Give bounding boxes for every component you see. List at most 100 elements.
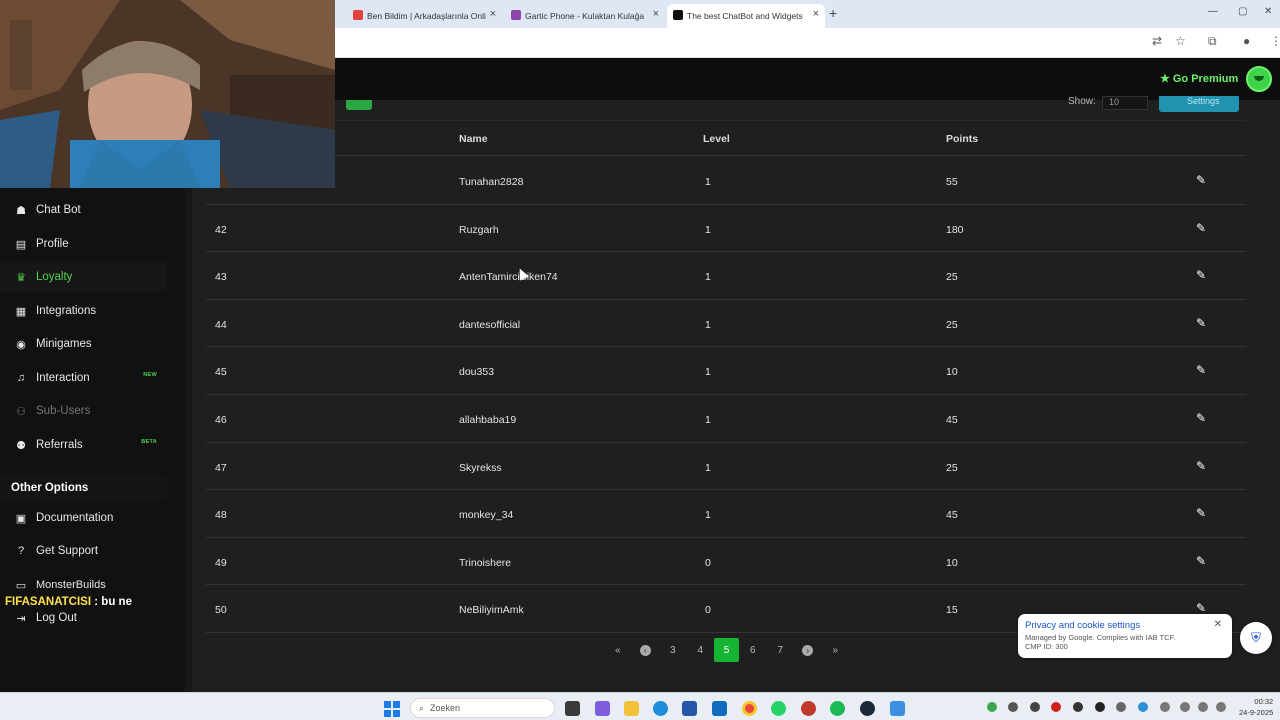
avatar[interactable] [1246, 66, 1272, 92]
edit-pencil-icon[interactable]: ✎ [1196, 268, 1206, 282]
browser-tab-2[interactable]: Gartic Phone - Kulaktan Kulağa × [505, 4, 665, 28]
sidebar-item-log-out[interactable]: ⇥ Log Out [0, 604, 167, 632]
app-icon[interactable] [890, 701, 905, 716]
sidebar-item-referrals[interactable]: ⚉ Referrals BETA [0, 431, 167, 459]
tray-icon[interactable] [1138, 702, 1148, 712]
cell-level: 0 [705, 604, 711, 617]
go-premium-button[interactable]: ★ Go Premium [1160, 72, 1238, 86]
cell-level: 1 [705, 176, 711, 188]
close-tab-icon[interactable]: × [490, 8, 496, 20]
app-icon[interactable] [801, 701, 816, 716]
minimize-icon[interactable]: — [1208, 6, 1218, 17]
column-header-points[interactable]: Points [946, 133, 978, 145]
webcam-feed-image [0, 0, 335, 188]
profile-icon[interactable]: ● [1243, 34, 1250, 48]
sidebar-item-profile[interactable]: ▤ Profile [0, 230, 167, 258]
steam-icon[interactable] [860, 701, 875, 716]
extensions-icon[interactable]: ⧉ [1208, 34, 1217, 49]
tray-icon[interactable] [1051, 702, 1061, 712]
sidebar-item-integrations[interactable]: ▦ Integrations [0, 297, 167, 325]
taskbar-clock[interactable]: 00:32 24-9-2025 [1239, 696, 1273, 718]
edit-pencil-icon[interactable]: ✎ [1196, 221, 1206, 235]
translate-icon[interactable]: ⇄ [1152, 34, 1162, 48]
windows-start-icon[interactable] [384, 701, 400, 717]
tray-icon[interactable] [1073, 702, 1083, 712]
edge-icon[interactable] [653, 701, 668, 716]
edit-pencil-icon[interactable]: ✎ [1196, 554, 1206, 568]
volume-icon[interactable] [1216, 702, 1226, 712]
tray-icon[interactable] [1008, 702, 1018, 712]
tray-icon[interactable] [1095, 702, 1105, 712]
previous-page-button[interactable]: ‹ [632, 638, 660, 662]
edit-pencil-icon[interactable]: ✎ [1196, 506, 1206, 520]
close-icon[interactable]: ✕ [1214, 619, 1222, 630]
tab-favicon-icon [353, 10, 363, 20]
file-explorer-icon[interactable] [624, 701, 639, 716]
sidebar-item-chat-bot[interactable]: ☗ Chat Bot [0, 196, 167, 224]
copilot-icon[interactable] [595, 701, 610, 716]
page-4-button[interactable]: 4 [687, 638, 715, 662]
column-header-level[interactable]: Level [703, 133, 730, 145]
edit-pencil-icon[interactable]: ✎ [1196, 459, 1206, 473]
edit-pencil-icon[interactable]: ✎ [1196, 173, 1206, 187]
menu-icon[interactable]: ⋮ [1270, 34, 1280, 48]
browser-tab-1[interactable]: Ben Bildim | Arkadaşlarınla Onli × [347, 4, 502, 28]
sidebar-item-sub-users[interactable]: ⚇ Sub-Users [0, 397, 167, 425]
close-tab-icon[interactable]: × [653, 8, 659, 20]
section-heading-other-options: Other Options [0, 474, 167, 502]
sidebar-item-minigames[interactable]: ◉ Minigames [0, 330, 167, 358]
edit-pencil-icon[interactable]: ✎ [1196, 316, 1206, 330]
shield-icon[interactable]: ⛨ [1240, 622, 1272, 654]
next-page-button[interactable]: › [794, 638, 822, 662]
chrome-icon[interactable] [742, 701, 757, 716]
wifi-icon[interactable] [1160, 702, 1170, 712]
table-row: 48 monkey_34 1 45 ✎ [206, 490, 1246, 538]
tray-icon[interactable] [1030, 702, 1040, 712]
sidebar-item-get-support[interactable]: ? Get Support [0, 537, 167, 565]
sidebar-item-label: Loyalty [36, 271, 73, 283]
star-icon[interactable]: ☆ [1175, 34, 1186, 48]
page-3-button[interactable]: 3 [659, 638, 687, 662]
task-view-icon[interactable] [565, 701, 580, 716]
spotify-icon[interactable] [830, 701, 845, 716]
gamepad-icon: ◉ [16, 338, 26, 351]
page-5-button-current[interactable]: 5 [714, 638, 739, 662]
row-id: 47 [215, 461, 227, 474]
cell-level: 1 [705, 271, 711, 284]
tray-icon[interactable] [987, 702, 997, 712]
taskbar-search-input[interactable]: ⌕ Zoeken [410, 698, 555, 718]
edit-pencil-icon[interactable]: ✎ [1196, 411, 1206, 425]
column-header-name[interactable]: Name [459, 133, 488, 145]
whatsapp-icon[interactable] [771, 701, 786, 716]
new-tab-button[interactable]: + [829, 5, 837, 21]
tray-icon[interactable] [1116, 702, 1126, 712]
microphone-icon[interactable] [1180, 702, 1190, 712]
settings-button[interactable]: Settings [1159, 96, 1239, 112]
maximize-icon[interactable]: ▢ [1238, 6, 1247, 17]
outlook-icon[interactable] [712, 701, 727, 716]
sidebar-item-loyalty[interactable]: ♛ Loyalty [0, 263, 167, 291]
browser-tab-3-active[interactable]: The best ChatBot and Widgets × [667, 4, 825, 28]
first-page-button[interactable]: « [604, 638, 632, 662]
network-icon[interactable] [1198, 702, 1208, 712]
sidebar-item-monsterbuilds[interactable]: ▭ MonsterBuilds [0, 571, 167, 599]
chevron-left-icon: ‹ [639, 644, 651, 656]
loyalty-table-panel: Show: 10 Settings Name Level Points Tuna… [192, 96, 1280, 692]
last-page-button[interactable]: » [822, 638, 850, 662]
search-button[interactable] [346, 100, 372, 110]
store-icon[interactable] [682, 701, 697, 716]
page-7-button[interactable]: 7 [767, 638, 795, 662]
table-row: 42 Ruzgarh 1 180 ✎ [206, 205, 1246, 253]
sidebar-item-label: Integrations [36, 305, 97, 317]
trophy-icon: ♛ [16, 271, 26, 284]
chat-message: bu ne [101, 596, 132, 608]
sidebar-item-documentation[interactable]: ▣ Documentation [0, 504, 167, 532]
close-window-icon[interactable]: ✕ [1264, 6, 1272, 17]
page-6-button[interactable]: 6 [739, 638, 767, 662]
user-plus-icon: ⚉ [16, 439, 26, 452]
close-tab-icon[interactable]: × [813, 8, 819, 20]
page-size-select[interactable]: 10 [1102, 96, 1148, 110]
sidebar-item-interaction[interactable]: ♫ Interaction NEW [0, 364, 167, 392]
edit-pencil-icon[interactable]: ✎ [1196, 363, 1206, 377]
cookie-title[interactable]: Privacy and cookie settings [1025, 620, 1225, 631]
